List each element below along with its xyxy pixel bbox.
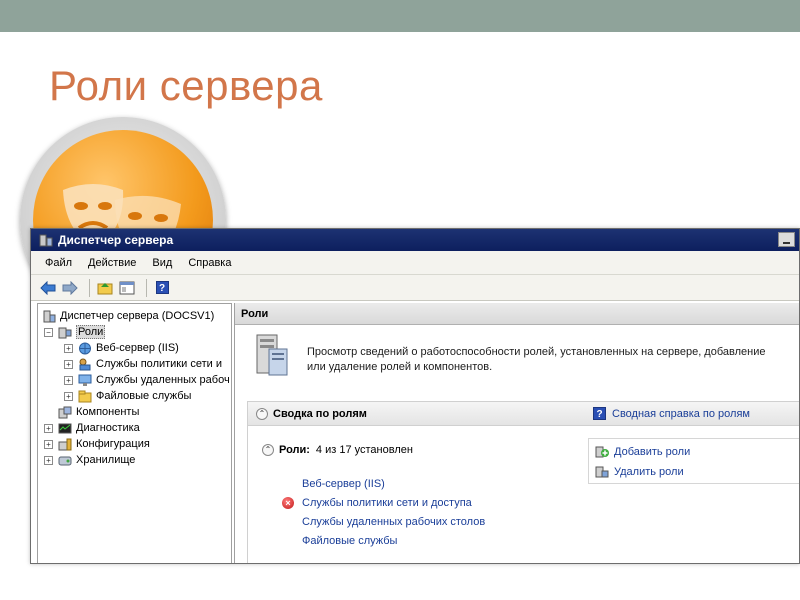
tree-item-configuration[interactable]: + Конфигурация — [44, 436, 150, 452]
add-roles-link[interactable]: Добавить роли — [595, 445, 690, 458]
server-tower-icon — [251, 333, 291, 382]
menu-view[interactable]: Вид — [152, 257, 172, 269]
expand-toggle[interactable]: + — [64, 391, 73, 401]
toolbar-separator — [146, 278, 147, 297]
web-server-icon — [78, 342, 92, 355]
tree-storage-label: Хранилище — [76, 454, 136, 466]
summary-header: ⌃ Сводка по ролям ? Сводная справка по р… — [248, 402, 799, 426]
tree-item-nps[interactable]: + Службы политики сети и — [64, 356, 222, 372]
pane-header: Роли — [235, 303, 799, 325]
toolbar-separator — [89, 278, 90, 297]
menu-bar: Файл Действие Вид Справка — [31, 251, 799, 275]
forward-arrow-icon[interactable] — [61, 279, 79, 297]
slide-title: Роли сервера — [49, 62, 323, 109]
roles-summary-section: ⌃ Сводка по ролям ? Сводная справка по р… — [247, 401, 799, 563]
tree-file-services-label: Файловые службы — [96, 390, 192, 402]
tree-nps-label: Службы политики сети и — [96, 358, 222, 370]
slide-top-bar — [0, 0, 800, 32]
roles-count: 4 из 17 установлен — [315, 444, 413, 456]
add-roles-label: Добавить роли — [614, 445, 691, 458]
window-titlebar: Диспетчер сервера — [31, 229, 799, 251]
menu-action[interactable]: Действие — [88, 257, 136, 269]
role-link-remote-desktop[interactable]: Службы удаленных рабочих столов — [302, 516, 485, 528]
tree-item-roles[interactable]: − Роли — [44, 324, 106, 340]
server-icon — [42, 310, 56, 323]
storage-icon — [58, 454, 72, 467]
toolbar: ? — [31, 275, 799, 301]
tree-item-diagnostics[interactable]: + Диагностика — [44, 420, 140, 436]
tree-item-storage[interactable]: + Хранилище — [44, 452, 135, 468]
role-link-web-server[interactable]: Веб-сервер (IIS) — [302, 478, 385, 490]
expand-toggle[interactable]: + — [64, 375, 73, 385]
components-icon — [58, 406, 72, 419]
tree-remote-desktop-label: Службы удаленных рабоч — [96, 374, 230, 386]
roles-label: Роли: — [279, 444, 310, 456]
remove-roles-icon — [595, 465, 609, 478]
tree-item-web-server[interactable]: + Веб-сервер (IIS) — [64, 340, 179, 356]
expand-toggle[interactable]: + — [64, 359, 73, 369]
tree-components-label: Компоненты — [76, 406, 140, 418]
tree-item-file-services[interactable]: + Файловые службы — [64, 388, 191, 404]
tree-roles-label: Роли — [76, 325, 106, 339]
remove-roles-label: Удалить роли — [614, 465, 684, 478]
roles-count-line: ⌃ Роли: 4 из 17 установлен — [262, 444, 413, 456]
window-title: Диспетчер сервера — [58, 233, 174, 247]
server-manager-window: Диспетчер сервера Файл Действие Вид Спра… — [30, 228, 800, 564]
summary-title: Сводка по ролям — [273, 407, 367, 420]
network-policy-icon — [78, 358, 92, 371]
expand-toggle[interactable]: + — [44, 439, 53, 449]
tree-item-root[interactable]: Диспетчер сервера (DOCSV1) — [42, 308, 214, 324]
help-icon[interactable]: ? — [153, 279, 171, 297]
remote-desktop-icon — [78, 374, 92, 387]
server-manager-icon — [39, 234, 53, 247]
error-icon: × — [282, 497, 294, 509]
roles-icon — [58, 326, 72, 339]
minimize-button[interactable] — [778, 232, 795, 247]
expand-toggle[interactable]: + — [44, 455, 53, 465]
collapse-section-icon[interactable]: ⌃ — [256, 407, 268, 420]
diagnostics-icon — [58, 422, 72, 435]
back-arrow-icon[interactable] — [39, 279, 57, 297]
console-tree: Диспетчер сервера (DOCSV1) − Роли + Веб-… — [37, 303, 232, 563]
tree-configuration-label: Конфигурация — [76, 438, 150, 450]
show-hide-tree-icon[interactable] — [118, 279, 136, 297]
add-roles-icon — [595, 445, 609, 458]
role-link-file-services[interactable]: Файловые службы — [302, 535, 397, 547]
summary-help-label: Сводная справка по ролям — [612, 407, 750, 420]
tree-item-remote-desktop[interactable]: + Службы удаленных рабоч — [64, 372, 230, 388]
menu-file[interactable]: Файл — [45, 257, 72, 269]
collapse-toggle[interactable]: − — [44, 327, 53, 337]
tree-item-components[interactable]: Компоненты — [58, 404, 139, 420]
tree-diagnostics-label: Диагностика — [76, 422, 140, 434]
roles-actions-box: Добавить роли Удалить роли — [588, 438, 799, 484]
up-folder-icon[interactable] — [96, 279, 114, 297]
pane-description: Просмотр сведений о работоспособности ро… — [307, 346, 766, 373]
remove-roles-link[interactable]: Удалить роли — [595, 465, 684, 478]
help-icon: ? — [593, 407, 606, 420]
role-link-nps[interactable]: Службы политики сети и доступа — [302, 497, 472, 509]
tree-web-server-label: Веб-сервер (IIS) — [96, 342, 179, 354]
collapse-roles-icon[interactable]: ⌃ — [262, 444, 274, 456]
summary-help-link[interactable]: ? Сводная справка по ролям — [593, 407, 750, 420]
details-pane: Роли Просмотр сведений о работоспособнос… — [234, 303, 799, 563]
configuration-icon — [58, 438, 72, 451]
menu-help[interactable]: Справка — [188, 257, 231, 269]
tree-root-label: Диспетчер сервера (DOCSV1) — [60, 310, 215, 322]
expand-toggle[interactable]: + — [44, 423, 53, 433]
file-services-icon — [78, 390, 92, 403]
expand-toggle[interactable]: + — [64, 343, 73, 353]
pane-header-title: Роли — [241, 307, 269, 320]
